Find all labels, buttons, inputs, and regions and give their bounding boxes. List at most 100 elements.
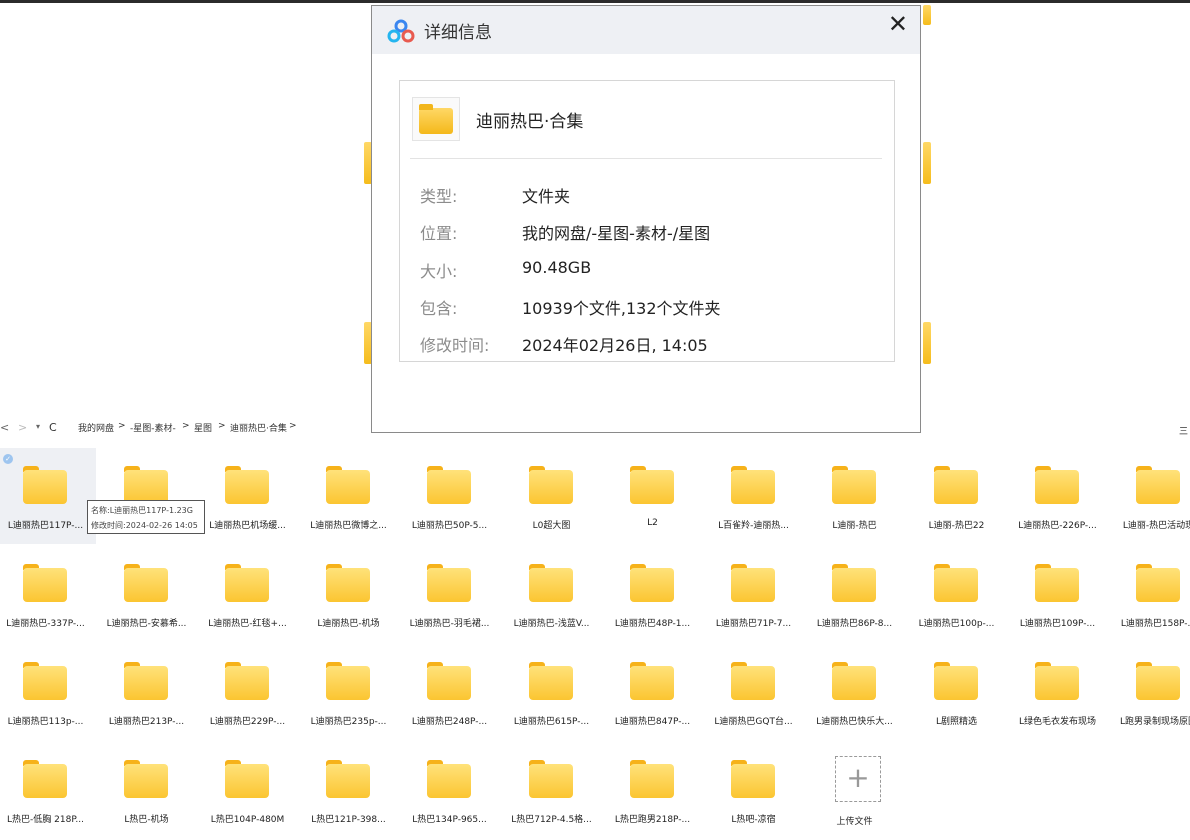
folder-tile[interactable]: L2 [602, 448, 703, 544]
folder-name: L迪丽热巴快乐大... [816, 717, 893, 727]
folder-tile[interactable]: L剧照精选 [906, 644, 1007, 740]
folder-tile[interactable]: L迪丽热巴-红毯+... [197, 546, 298, 642]
selected-check-icon[interactable]: ✓ [3, 454, 13, 464]
folder-icon [427, 662, 471, 700]
folder-tile[interactable]: L迪丽-热巴 [804, 448, 905, 544]
folder-icon [1035, 466, 1079, 504]
folder-tile[interactable]: L迪丽-热巴22 [906, 448, 1007, 544]
folder-tile[interactable]: L迪丽热巴229P-... [197, 644, 298, 740]
folder-tile[interactable]: L迪丽热巴847P-... [602, 644, 703, 740]
folder-tile[interactable]: L热巴跑男218P-... [602, 742, 703, 838]
folder-tile[interactable]: L迪丽热巴109P-... [1007, 546, 1108, 642]
folder-icon [1035, 662, 1079, 700]
folder-icon [124, 662, 168, 700]
folder-name: L迪丽热巴113p-... [7, 717, 84, 727]
folder-tile[interactable]: L迪丽热巴48P-1... [602, 546, 703, 642]
detail-value: 90.48GB [522, 258, 592, 277]
folder-name: L迪丽-热巴活动现 [1122, 521, 1190, 531]
folder-icon [1136, 662, 1180, 700]
folder-name: L热巴-低胸 218P... [7, 815, 84, 825]
folder-tile[interactable]: L迪丽热巴158P-... [1108, 546, 1190, 642]
back-button[interactable]: < [0, 421, 9, 434]
folder-name: L迪丽热巴86P-8... [816, 619, 893, 629]
breadcrumb-item[interactable]: 星图 [194, 421, 212, 434]
folder-tile[interactable]: L迪丽热巴GQT台... [703, 644, 804, 740]
folder-tile[interactable]: L0超大图 [501, 448, 602, 544]
folder-icon [427, 564, 471, 602]
folder-tile[interactable]: L热巴104P-480M [197, 742, 298, 838]
folder-icon [630, 466, 674, 504]
folder-tile[interactable]: L迪丽热巴机场缓... [197, 448, 298, 544]
folder-tile[interactable]: L迪丽热巴100p-... [906, 546, 1007, 642]
folder-tile[interactable]: L迪丽热巴113p-... [0, 644, 96, 740]
forward-button[interactable]: > [18, 421, 27, 434]
close-icon[interactable]: ✕ [888, 10, 908, 38]
folder-tile[interactable]: L迪丽热巴快乐大... [804, 644, 905, 740]
detail-label: 包含: [420, 299, 458, 318]
cloud-drive-logo-icon [387, 19, 415, 43]
folder-name: L热巴134P-965... [412, 815, 487, 825]
refresh-button[interactable]: C [49, 421, 57, 434]
folder-icon [23, 466, 67, 504]
folder-icon [934, 662, 978, 700]
view-toggle-icon[interactable]: 三 [1179, 424, 1188, 437]
upload-label: 上传文件 [836, 817, 873, 827]
folder-icon [124, 760, 168, 798]
folder-name: L迪丽热巴847P-... [614, 717, 691, 727]
folder-tile[interactable]: L热巴134P-965... [399, 742, 500, 838]
folder-name: L0超大图 [532, 521, 571, 531]
folder-tile[interactable]: L迪丽热巴50P-5... [399, 448, 500, 544]
folder-tile[interactable]: L迪丽热巴-337P-... [0, 546, 96, 642]
folder-name: 迪丽热巴·合集 [476, 112, 584, 132]
folder-icon [1136, 564, 1180, 602]
folder-tile[interactable]: L跑男录制现场原图 [1108, 644, 1190, 740]
folder-tile[interactable]: L迪丽热巴248P-... [399, 644, 500, 740]
folder-tile[interactable]: L迪丽热巴-机场 [298, 546, 399, 642]
folder-icon [326, 564, 370, 602]
folder-tile[interactable]: L热吧-凉宿 [703, 742, 804, 838]
folder-icon [326, 662, 370, 700]
folder-icon [412, 97, 460, 141]
navigation-bar: < > ▾ C 我的网盘 > -星图-素材- > 星图 > 迪丽热巴·合集 > [0, 419, 1190, 437]
folder-icon [1035, 564, 1079, 602]
breadcrumb-item-current[interactable]: 迪丽热巴·合集 [230, 421, 287, 434]
folder-tile[interactable]: L迪丽热巴-浅蓝V... [501, 546, 602, 642]
folder-tile[interactable]: L热巴-机场 [96, 742, 197, 838]
folder-icon [832, 466, 876, 504]
folder-tile[interactable]: L迪丽热巴-226P-... [1007, 448, 1108, 544]
folder-tile[interactable]: L迪丽热巴-安慕希... [96, 546, 197, 642]
folder-tile[interactable]: L百雀羚-迪丽热... [703, 448, 804, 544]
folder-icon [832, 662, 876, 700]
dialog-title: 详细信息 [424, 23, 492, 43]
breadcrumb-separator: > [289, 421, 297, 431]
folder-tile[interactable]: L迪丽热巴71P-7... [703, 546, 804, 642]
folder-tile[interactable]: L迪丽热巴615P-... [501, 644, 602, 740]
folder-tile[interactable]: ✓ L迪丽热巴117P-... [0, 448, 96, 544]
detail-value: 2024年02月26日, 14:05 [522, 336, 708, 355]
folder-tile[interactable]: L绿色毛衣发布现场 [1007, 644, 1108, 740]
folder-tile[interactable]: L热巴-低胸 218P... [0, 742, 96, 838]
folder-icon [832, 564, 876, 602]
detail-label: 类型: [420, 187, 458, 206]
folder-tile[interactable]: L迪丽热巴微博之... [298, 448, 399, 544]
folder-tile[interactable]: L迪丽热巴-羽毛裙... [399, 546, 500, 642]
folder-tile[interactable]: L热巴712P-4.5格... [501, 742, 602, 838]
folder-icon [630, 760, 674, 798]
folder-name: L迪丽-热巴22 [928, 521, 985, 531]
folder-name: L迪丽-热巴 [832, 521, 877, 531]
history-dropdown[interactable]: ▾ [36, 422, 40, 431]
detail-value: 10939个文件,132个文件夹 [522, 299, 721, 318]
folder-tile[interactable]: L迪丽-热巴活动现 [1108, 448, 1190, 544]
plus-icon[interactable]: + [835, 756, 881, 802]
breadcrumb-item[interactable]: 我的网盘 [78, 421, 114, 434]
folder-icon [225, 466, 269, 504]
folder-icon [23, 564, 67, 602]
upload-tile[interactable]: + 上传文件 [804, 744, 905, 840]
folder-tile[interactable]: L迪丽热巴86P-8... [804, 546, 905, 642]
folder-tile[interactable]: L迪丽热巴235p-... [298, 644, 399, 740]
folder-tile[interactable]: L热巴121P-398... [298, 742, 399, 838]
breadcrumb-item[interactable]: -星图-素材- [130, 421, 176, 434]
folder-name: L迪丽热巴213P-... [108, 717, 185, 727]
folder-tile[interactable]: L迪丽热巴213P-... [96, 644, 197, 740]
folder-icon [23, 760, 67, 798]
